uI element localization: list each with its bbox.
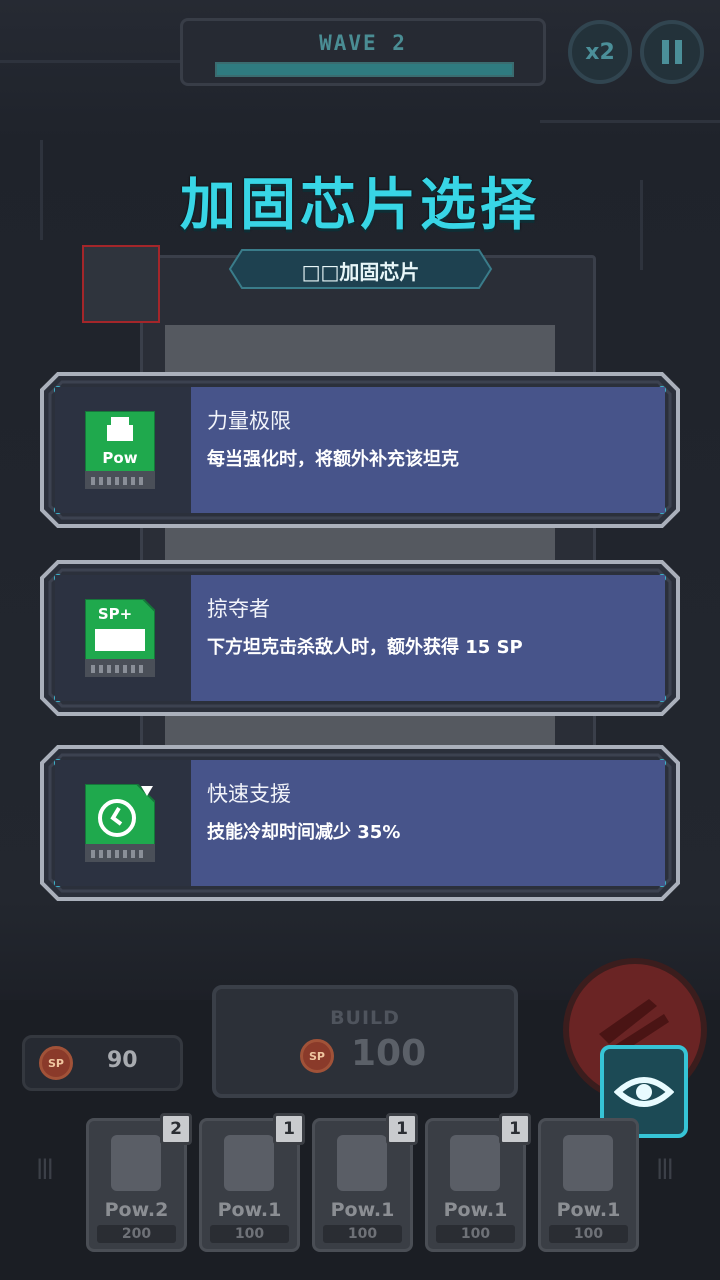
build-cost: 100	[351, 1033, 427, 1074]
scroll-left-indicator[interactable]: |||	[36, 1155, 54, 1179]
chip-content: 力量极限 每当强化时，将额外补充该坦克	[191, 387, 665, 513]
wave-label: WAVE 2	[319, 31, 407, 55]
eye-icon	[614, 1076, 674, 1107]
clock-icon	[84, 783, 156, 862]
unit-card[interactable]: Pow.1 100	[538, 1118, 639, 1252]
tank-icon	[111, 1135, 161, 1191]
tank-icon	[450, 1135, 500, 1191]
enemy-spawn-slot	[82, 245, 160, 323]
chip-content: 掠夺者 下方坦克击杀敌人时，额外获得 15 SP	[191, 575, 665, 701]
sp-plus-icon: SP+	[84, 598, 156, 677]
speed-label: x2	[585, 39, 615, 65]
subtitle-ribbon: □□加固芯片	[228, 248, 493, 290]
modal-subtitle: □□加固芯片	[301, 260, 420, 284]
sp-value: 90	[107, 1048, 138, 1073]
sp-coin-icon: SP	[300, 1039, 334, 1073]
tank-icon	[337, 1135, 387, 1191]
svg-text:Pow: Pow	[102, 449, 137, 467]
build-label: BUILD	[330, 1007, 400, 1029]
wave-panel: WAVE 2	[180, 18, 546, 86]
unit-level: Pow.1	[443, 1199, 508, 1221]
chip-icon-area	[55, 760, 191, 886]
speed-button[interactable]: x2	[568, 20, 632, 84]
chip-option-card[interactable]: Pow 力量极限 每当强化时，将额外补充该坦克	[40, 372, 680, 528]
build-button[interactable]: BUILD SP 100	[212, 985, 518, 1098]
pause-icon	[662, 40, 682, 64]
unit-card[interactable]: 2 Pow.2 200	[86, 1113, 192, 1252]
unit-level: Pow.1	[556, 1199, 621, 1221]
chip-icon-area: Pow	[55, 387, 191, 513]
wave-progress-bar	[215, 62, 514, 77]
unit-card[interactable]: 1 Pow.1 100	[425, 1113, 531, 1252]
unit-count-badge: 2	[160, 1113, 192, 1145]
chip-name: 掠夺者	[207, 597, 270, 621]
svg-text:SP+: SP+	[98, 605, 132, 623]
chip-content: 快速支援 技能冷却时间减少 35%	[191, 760, 665, 886]
unit-card[interactable]: 1 Pow.1 100	[199, 1113, 305, 1252]
wave-progress-fill	[217, 64, 512, 75]
chip-option-card[interactable]: 快速支援 技能冷却时间减少 35%	[40, 745, 680, 901]
chip-name: 力量极限	[207, 409, 291, 433]
unit-cost: 100	[210, 1225, 289, 1243]
pause-button[interactable]	[640, 20, 704, 84]
chip-option-card[interactable]: SP+ 掠夺者 下方坦克击杀敌人时，额外获得 15 SP	[40, 560, 680, 716]
unit-cost: 100	[549, 1225, 628, 1243]
circuit-line	[540, 120, 720, 123]
unit-count-badge: 1	[273, 1113, 305, 1145]
chip-description: 下方坦克击杀敌人时，额外获得 15 SP	[207, 637, 523, 658]
unit-count-badge: 1	[499, 1113, 531, 1145]
unit-card[interactable]: 1 Pow.1 100	[312, 1113, 418, 1252]
chip-description: 技能冷却时间减少 35%	[207, 822, 401, 843]
unit-cost: 100	[436, 1225, 515, 1243]
chip-name: 快速支援	[207, 782, 291, 806]
circuit-line	[0, 60, 180, 63]
unit-level: Pow.1	[330, 1199, 395, 1221]
chip-description: 每当强化时，将额外补充该坦克	[207, 449, 459, 470]
sp-counter: SP 90	[22, 1035, 183, 1091]
modal-title: 加固芯片选择	[180, 173, 540, 238]
unit-cost: 200	[97, 1225, 176, 1243]
tank-icon	[224, 1135, 274, 1191]
sp-coin-icon: SP	[39, 1046, 73, 1080]
unit-cost: 100	[323, 1225, 402, 1243]
unit-level: Pow.1	[217, 1199, 282, 1221]
chip-icon-area: SP+	[55, 575, 191, 701]
tank-icon	[563, 1135, 613, 1191]
tank-icon: Pow	[84, 410, 156, 489]
scroll-right-indicator[interactable]: |||	[656, 1155, 674, 1179]
unit-count-badge: 1	[386, 1113, 418, 1145]
unit-level: Pow.2	[104, 1199, 169, 1221]
